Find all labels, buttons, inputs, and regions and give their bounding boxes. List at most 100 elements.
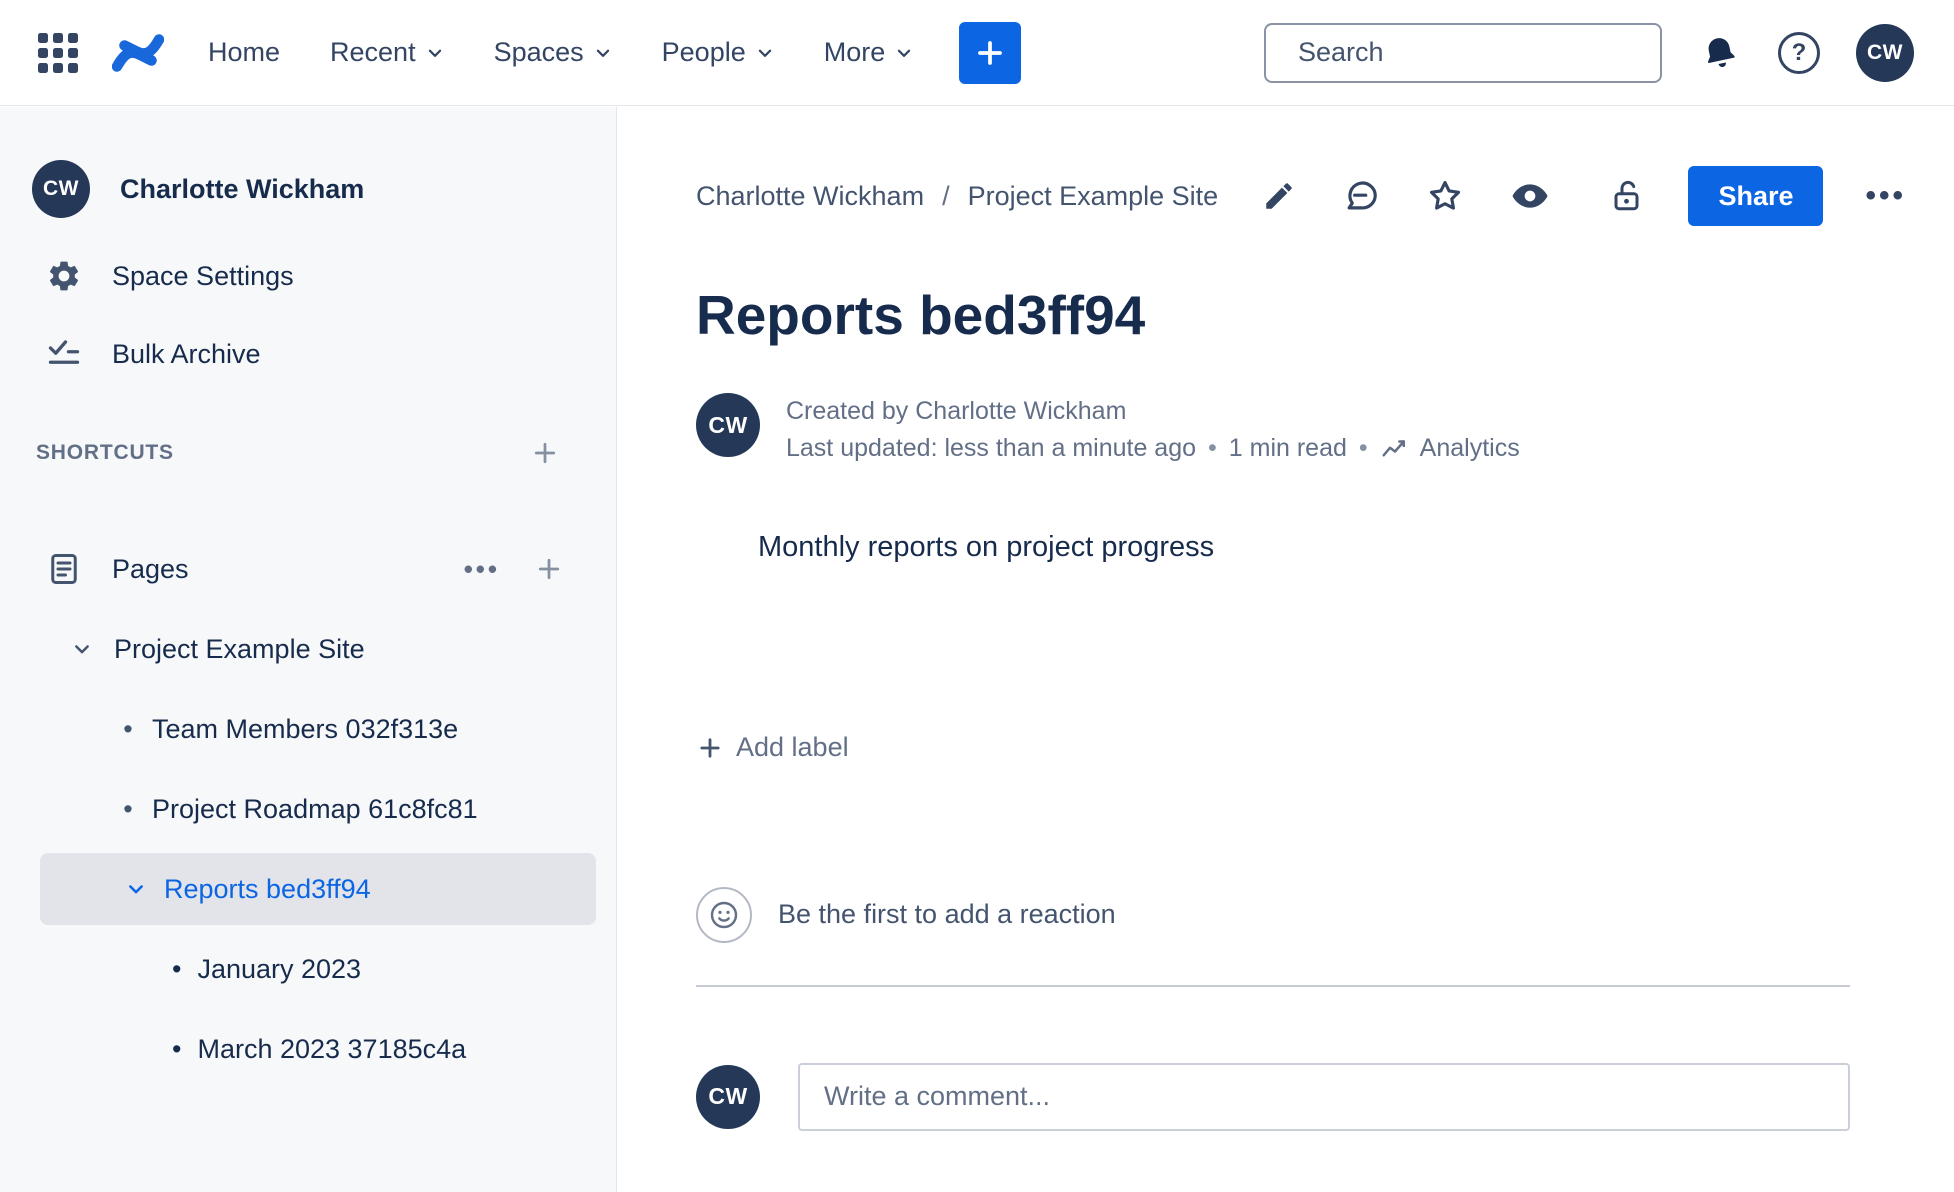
tree-item-label: Project Example Site — [114, 633, 365, 664]
sidebar-space-header[interactable]: CW Charlotte Wickham — [0, 141, 616, 237]
bulk-archive-icon — [32, 336, 96, 372]
nav-item-people[interactable]: People — [662, 37, 774, 68]
analytics-label: Analytics — [1419, 434, 1520, 462]
user-avatar[interactable]: CW — [1856, 23, 1914, 82]
pages-section-header[interactable]: Pages ••• — [0, 529, 616, 609]
tree-item-label: Project Roadmap 61c8fc81 — [152, 793, 478, 824]
create-button[interactable] — [959, 21, 1022, 84]
unlock-icon[interactable] — [1606, 174, 1650, 218]
nav-item-label: Recent — [330, 37, 416, 67]
chevron-down-icon — [75, 645, 89, 654]
nav-item-recent[interactable]: Recent — [330, 37, 444, 68]
tree-item-january-2023[interactable]: • January 2023 — [0, 929, 616, 1009]
star-icon[interactable] — [1422, 173, 1468, 219]
confluence-logo-icon[interactable] — [112, 29, 164, 77]
tree-item-label: January 2023 — [197, 953, 362, 984]
chevron-down-icon — [898, 49, 911, 57]
search-box[interactable] — [1264, 22, 1662, 83]
byline: CW Created by Charlotte Wickham Last upd… — [696, 393, 1910, 467]
comment-input[interactable] — [798, 1062, 1850, 1131]
add-shortcut-button[interactable] — [526, 434, 564, 472]
space-name: Charlotte Wickham — [120, 173, 365, 204]
sidebar-item-space-settings[interactable]: Space Settings — [0, 237, 616, 315]
nav-item-more[interactable]: More — [824, 37, 914, 68]
tree-item-label: March 2023 37185c4a — [197, 1033, 467, 1064]
created-by-text: Created by Charlotte Wickham — [786, 397, 1127, 425]
breadcrumb-space-link[interactable]: Charlotte Wickham — [696, 181, 924, 212]
add-label-text: Add label — [736, 732, 849, 762]
tree-item-project-roadmap[interactable]: • Project Roadmap 61c8fc81 — [0, 769, 616, 849]
sidebar-item-label: Bulk Archive — [112, 338, 261, 369]
bullet-icon: • — [172, 953, 182, 984]
chevron-down-icon — [758, 49, 771, 57]
search-input[interactable] — [1298, 37, 1652, 68]
commenter-avatar: CW — [696, 1064, 760, 1129]
app-switcher-icon[interactable] — [38, 32, 78, 73]
tree-item-march-2023[interactable]: • March 2023 37185c4a — [0, 1009, 616, 1089]
watch-eye-icon[interactable] — [1506, 172, 1554, 220]
pages-icon — [32, 551, 96, 587]
page-body-text: Monthly reports on project progress — [758, 531, 1215, 563]
more-actions-icon[interactable]: ••• — [1861, 175, 1910, 217]
edit-pencil-icon[interactable] — [1258, 175, 1300, 217]
nav-item-home[interactable]: Home — [208, 37, 280, 68]
topnav-right-group: ? CW — [1264, 22, 1914, 83]
author-avatar: CW — [696, 393, 760, 457]
plus-icon — [978, 40, 1003, 65]
page-actions: Share ••• — [1258, 166, 1910, 226]
add-reaction-button[interactable] — [696, 886, 752, 943]
pages-more-button[interactable]: ••• — [460, 550, 504, 589]
bullet-icon: • — [172, 1033, 182, 1064]
tree-item-team-members[interactable]: • Team Members 032f313e — [0, 689, 616, 769]
section-divider — [696, 984, 1850, 987]
gear-icon — [32, 258, 96, 294]
last-updated-text: Last updated: less than a minute ago — [786, 434, 1197, 462]
breadcrumb: Charlotte Wickham / Project Example Site — [696, 181, 1218, 212]
reaction-row: Be the first to add a reaction — [696, 886, 1910, 943]
nav-item-label: People — [661, 37, 746, 67]
page-content: Charlotte Wickham / Project Example Site… — [618, 107, 1954, 1192]
chevron-down-icon — [428, 49, 441, 57]
tree-item-project-example-site[interactable]: Project Example Site — [0, 609, 616, 689]
ellipsis-icon: ••• — [463, 553, 500, 584]
pages-label: Pages — [112, 553, 189, 584]
chevron-down-icon — [596, 49, 609, 57]
nav-item-label: More — [823, 37, 886, 67]
notifications-bell-icon[interactable] — [1698, 31, 1742, 75]
add-label-button[interactable]: Add label — [696, 732, 849, 763]
dot-separator: • — [1208, 434, 1217, 462]
comment-bubble-icon[interactable] — [1338, 173, 1384, 219]
reaction-prompt-text: Be the first to add a reaction — [778, 899, 1116, 929]
nav-item-spaces[interactable]: Spaces — [494, 37, 612, 68]
nav-item-label: Spaces — [493, 37, 584, 67]
dot-separator: • — [1358, 434, 1368, 462]
read-time-text: 1 min read — [1228, 434, 1347, 462]
tree-item-label: Reports bed3ff94 — [164, 873, 371, 904]
primary-nav: Home Recent Spaces People More — [208, 37, 913, 68]
tree-item-label: Team Members 032f313e — [152, 713, 459, 744]
sidebar-item-bulk-archive[interactable]: Bulk Archive — [0, 315, 616, 393]
share-button[interactable]: Share — [1688, 166, 1824, 226]
breadcrumb-page-link[interactable]: Project Example Site — [968, 181, 1219, 212]
sidebar: CW Charlotte Wickham Space Settings Bulk… — [0, 107, 617, 1192]
sidebar-item-label: Space Settings — [112, 260, 294, 291]
shortcuts-section-header: SHORTCUTS — [0, 429, 616, 477]
bullet-icon: • — [123, 793, 133, 824]
plus-icon — [700, 737, 720, 758]
chevron-down-icon — [129, 885, 143, 894]
smiley-icon — [710, 901, 738, 928]
analytics-link[interactable]: Analytics — [1380, 430, 1520, 467]
nav-item-label: Home — [208, 37, 281, 67]
add-page-button[interactable] — [530, 550, 568, 588]
space-avatar: CW — [32, 160, 90, 218]
shortcuts-title: SHORTCUTS — [36, 441, 174, 464]
breadcrumb-separator: / — [942, 180, 950, 211]
plus-icon — [534, 442, 556, 464]
comment-row: CW — [696, 1062, 1850, 1131]
plus-icon — [538, 558, 560, 580]
tree-item-reports-selected[interactable]: Reports bed3ff94 — [40, 853, 596, 925]
help-icon[interactable]: ? — [1778, 31, 1820, 74]
analytics-chart-icon — [1382, 439, 1405, 456]
top-navigation: Home Recent Spaces People More ? CW — [0, 0, 1954, 106]
page-title: Reports bed3ff94 — [696, 284, 1146, 346]
